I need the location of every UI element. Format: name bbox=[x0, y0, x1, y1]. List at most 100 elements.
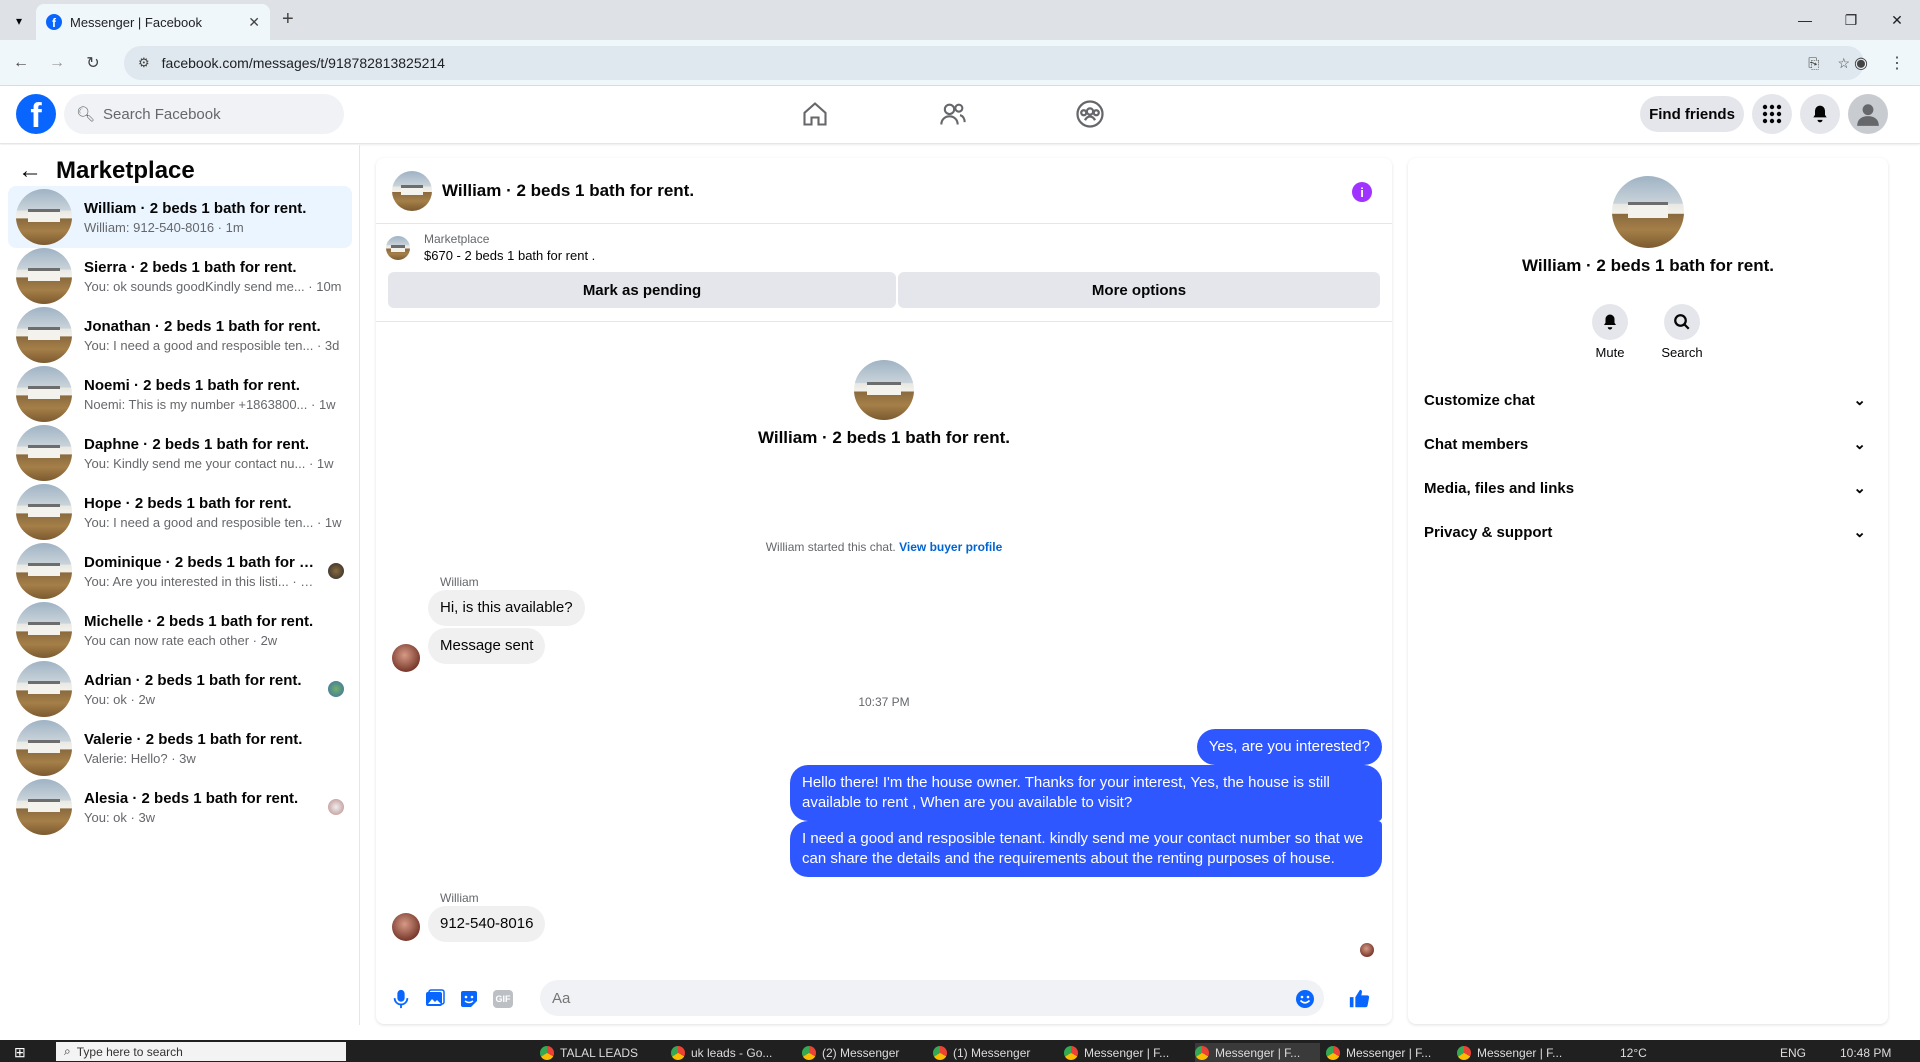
listing-title[interactable]: $670 - 2 beds 1 bath for rent . bbox=[424, 248, 595, 263]
taskbar-app-label: Messenger | F... bbox=[1215, 1045, 1301, 1060]
chat-title[interactable]: William · 2 beds 1 bath for rent. bbox=[442, 181, 694, 201]
back-arrow-icon[interactable]: ← bbox=[18, 157, 42, 185]
chrome-icon bbox=[671, 1045, 685, 1060]
conversation-item[interactable]: Dominique · 2 beds 1 bath for re... You: … bbox=[8, 540, 352, 602]
facebook-favicon-icon: f bbox=[46, 14, 62, 30]
search-in-chat-button[interactable] bbox=[1664, 304, 1700, 340]
menu-grid-icon[interactable] bbox=[1752, 94, 1792, 134]
microphone-icon[interactable] bbox=[390, 988, 412, 1010]
chat-avatar[interactable] bbox=[392, 170, 432, 211]
conversation-item[interactable]: Sierra · 2 beds 1 bath for rent. You: ok … bbox=[8, 245, 352, 307]
taskbar-app-item[interactable]: Messenger | F... bbox=[1195, 1043, 1320, 1062]
site-info-icon[interactable]: ⚙ bbox=[138, 55, 150, 71]
reload-icon[interactable]: ↻ bbox=[80, 50, 106, 76]
message-bubble[interactable]: Hello there! I'm the house owner. Thanks… bbox=[790, 765, 1382, 821]
taskbar-app-item[interactable]: (2) Messenger bbox=[802, 1043, 927, 1062]
customize-chat-section[interactable]: Customize chat ⌄ bbox=[1424, 378, 1872, 422]
conversation-avatar bbox=[16, 543, 72, 599]
taskbar-app-item[interactable]: Messenger | F... bbox=[1064, 1043, 1189, 1062]
message-bubble[interactable]: Hi, is this available? bbox=[428, 590, 585, 626]
chat-details-panel: William · 2 beds 1 bath for rent. Mute S… bbox=[1408, 158, 1888, 1024]
conversation-preview: Valerie: Hello? · 3w bbox=[84, 750, 196, 766]
groups-icon[interactable] bbox=[1070, 94, 1110, 134]
friends-icon[interactable] bbox=[933, 94, 973, 134]
message-bubble[interactable]: Message sent bbox=[428, 628, 546, 664]
conversation-text: William · 2 beds 1 bath for rent. William… bbox=[84, 200, 344, 235]
privacy-support-section[interactable]: Privacy & support ⌄ bbox=[1424, 510, 1872, 554]
intro-avatar[interactable] bbox=[854, 360, 914, 420]
url-text: facebook.com/messages/t/918782813825214 bbox=[161, 55, 445, 71]
conversation-list-panel: ← Marketplace William · 2 beds 1 bath fo… bbox=[0, 145, 360, 1025]
listing-thumbnail[interactable] bbox=[386, 236, 410, 260]
conversation-avatar bbox=[16, 248, 72, 304]
taskbar-app-label: Messenger | F... bbox=[1346, 1045, 1432, 1060]
message-bubble[interactable]: Yes, are you interested? bbox=[1196, 729, 1382, 765]
language-indicator[interactable]: ENG bbox=[1780, 1043, 1806, 1062]
message-input[interactable] bbox=[540, 980, 1324, 1016]
conversation-item[interactable]: Hope · 2 beds 1 bath for rent. You: I nee… bbox=[8, 481, 352, 543]
home-icon[interactable] bbox=[795, 94, 835, 134]
start-button-icon[interactable]: ⊞ bbox=[14, 1043, 26, 1062]
conversation-item[interactable]: Valerie · 2 beds 1 bath for rent. Valerie… bbox=[8, 717, 352, 779]
tab-list-icon[interactable]: ▾ bbox=[8, 10, 30, 32]
conversation-item[interactable]: William · 2 beds 1 bath for rent. William… bbox=[8, 186, 352, 248]
forward-icon[interactable]: → bbox=[44, 50, 70, 76]
close-window-icon[interactable]: ✕ bbox=[1874, 0, 1920, 40]
conversation-text: Adrian · 2 beds 1 bath for rent. You: ok … bbox=[84, 672, 316, 707]
mark-as-pending-button[interactable]: Mark as pending bbox=[388, 272, 896, 308]
find-friends-button[interactable]: Find friends bbox=[1640, 96, 1744, 132]
taskbar-app-item[interactable]: uk leads - Go... bbox=[671, 1043, 796, 1062]
mute-button[interactable] bbox=[1592, 304, 1628, 340]
restore-icon[interactable]: ❐ bbox=[1828, 0, 1874, 40]
back-icon[interactable]: ← bbox=[8, 50, 34, 76]
install-app-icon[interactable]: ⎘ bbox=[1808, 55, 1819, 72]
conversation-item[interactable]: Jonathan · 2 beds 1 bath for rent. You: I… bbox=[8, 304, 352, 366]
sticker-icon[interactable] bbox=[458, 988, 480, 1010]
chat-members-section[interactable]: Chat members ⌄ bbox=[1424, 422, 1872, 466]
minimize-icon[interactable]: — bbox=[1782, 0, 1828, 40]
taskbar-app-item[interactable]: (1) Messenger bbox=[933, 1043, 1058, 1062]
conversation-item[interactable]: Adrian · 2 beds 1 bath for rent. You: ok … bbox=[8, 658, 352, 720]
taskbar-app-label: (2) Messenger bbox=[822, 1045, 900, 1060]
section-label: Media, files and links bbox=[1424, 479, 1575, 497]
gif-icon[interactable]: GIF bbox=[492, 988, 514, 1010]
info-icon[interactable]: i bbox=[1352, 182, 1372, 202]
conversation-item[interactable]: Daphne · 2 beds 1 bath for rent. You: Kin… bbox=[8, 422, 352, 484]
message-bubble[interactable]: 912-540-8016 bbox=[428, 906, 546, 942]
like-thumb-icon[interactable] bbox=[1348, 988, 1370, 1010]
taskbar-app-item[interactable]: TALAL LEADS bbox=[540, 1043, 665, 1062]
taskbar-search[interactable]: ⌕ Type here to search bbox=[56, 1042, 346, 1061]
browser-tab[interactable]: f Messenger | Facebook ✕ bbox=[36, 4, 270, 40]
photo-icon[interactable] bbox=[424, 988, 446, 1010]
taskbar-app-label: uk leads - Go... bbox=[691, 1045, 773, 1060]
account-avatar[interactable] bbox=[1848, 94, 1888, 134]
conversation-name: Jonathan · 2 beds 1 bath for rent. bbox=[84, 317, 321, 335]
more-options-button[interactable]: More options bbox=[898, 272, 1380, 308]
address-bar[interactable]: ⚙ facebook.com/messages/t/91878281382521… bbox=[124, 46, 1864, 80]
clock-time[interactable]: 10:48 PM bbox=[1840, 1043, 1891, 1062]
emoji-icon[interactable] bbox=[1294, 988, 1316, 1010]
conversation-item[interactable]: Michelle · 2 beds 1 bath for rent. You ca… bbox=[8, 599, 352, 661]
conversation-text: Valerie · 2 beds 1 bath for rent. Valerie… bbox=[84, 731, 344, 766]
chrome-icon bbox=[1195, 1045, 1209, 1060]
view-buyer-profile-link[interactable]: View buyer profile bbox=[899, 540, 1002, 554]
message-bubble[interactable]: I need a good and resposible tenant. kin… bbox=[790, 821, 1382, 877]
media-files-links-section[interactable]: Media, files and links ⌄ bbox=[1424, 466, 1872, 510]
facebook-logo-icon[interactable]: f bbox=[16, 94, 56, 134]
conversation-item[interactable]: Alesia · 2 beds 1 bath for rent. You: ok … bbox=[8, 776, 352, 838]
details-name: William · 2 beds 1 bath for rent. bbox=[1521, 256, 1775, 275]
details-avatar[interactable] bbox=[1612, 176, 1684, 248]
new-tab-icon[interactable]: + bbox=[282, 8, 294, 31]
conversation-item[interactable]: Noemi · 2 beds 1 bath for rent. Noemi: Th… bbox=[8, 363, 352, 425]
conversation-preview: You: ok sounds goodKindly send me... · 1… bbox=[84, 278, 342, 294]
browser-menu-icon[interactable]: ⋮ bbox=[1884, 50, 1910, 76]
profile-icon[interactable]: ◉ bbox=[1848, 50, 1874, 76]
taskbar-app-item[interactable]: Messenger | F... bbox=[1457, 1043, 1582, 1062]
conversation-avatar bbox=[16, 189, 72, 245]
notifications-icon[interactable] bbox=[1800, 94, 1840, 134]
weather-temp[interactable]: 12°C bbox=[1620, 1043, 1647, 1062]
close-tab-icon[interactable]: ✕ bbox=[248, 14, 260, 31]
taskbar-app-item[interactable]: Messenger | F... bbox=[1326, 1043, 1451, 1062]
section-label: Chat members bbox=[1424, 435, 1529, 453]
facebook-search[interactable]: 🔍︎ Search Facebook bbox=[64, 94, 344, 134]
